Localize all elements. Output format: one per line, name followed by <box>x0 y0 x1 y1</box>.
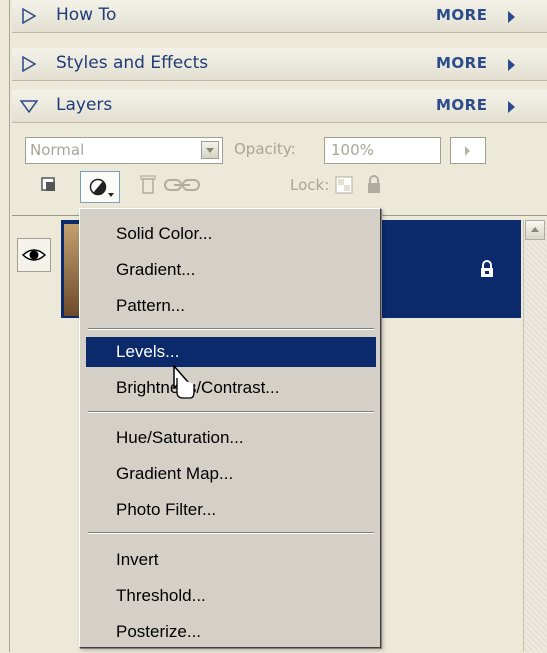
opacity-input[interactable]: 100% <box>324 137 441 164</box>
photoshop-palette-window: How To MORE Styles and Effects MORE Laye… <box>0 0 547 653</box>
layers-scrollbar[interactable] <box>523 220 547 652</box>
menu-item-brightness-contrast[interactable]: Brightness/Contrast... <box>86 373 376 403</box>
more-arrow-icon <box>508 11 515 23</box>
triangle-right-icon <box>22 55 37 73</box>
panel-header-styles-effects[interactable]: Styles and Effects MORE <box>12 48 547 81</box>
panel-title-how-to: How To <box>56 5 117 25</box>
panel-header-how-to[interactable]: How To MORE <box>12 0 547 33</box>
more-button-styles-effects[interactable]: MORE <box>436 54 487 72</box>
chevron-down-icon[interactable] <box>201 141 219 159</box>
opacity-slider-button[interactable] <box>450 137 486 164</box>
menu-item-hue-saturation[interactable]: Hue/Saturation... <box>86 423 376 453</box>
blend-mode-value: Normal <box>30 141 85 159</box>
menu-item-posterize[interactable]: Posterize... <box>86 617 376 647</box>
panel-title-layers: Layers <box>56 95 113 115</box>
menu-item-levels[interactable]: Levels... <box>86 337 376 367</box>
menu-item-invert[interactable]: Invert <box>86 545 376 575</box>
menu-separator <box>88 532 374 534</box>
new-fill-adjustment-button[interactable] <box>80 171 120 203</box>
panel-title-styles-effects: Styles and Effects <box>56 53 209 73</box>
link-icon[interactable] <box>164 178 200 192</box>
more-arrow-icon <box>508 101 515 113</box>
window-border <box>9 0 10 652</box>
new-layer-icon[interactable] <box>40 176 58 194</box>
menu-item-threshold[interactable]: Threshold... <box>86 581 376 611</box>
menu-item-pattern[interactable]: Pattern... <box>86 291 376 321</box>
more-arrow-icon <box>508 59 515 71</box>
lock-label: Lock: <box>290 176 330 194</box>
lock-transparent-checkbox[interactable] <box>335 176 353 194</box>
trash-icon[interactable] <box>140 173 156 195</box>
menu-item-gradient[interactable]: Gradient... <box>86 255 376 285</box>
opacity-label: Opacity: <box>234 140 296 158</box>
new-fill-adjustment-icon <box>89 178 114 197</box>
menu-item-photo-filter[interactable]: Photo Filter... <box>86 495 376 525</box>
lock-icon[interactable] <box>366 174 382 194</box>
more-button-layers[interactable]: MORE <box>436 96 487 114</box>
fill-adjustment-menu: Solid Color... Gradient... Pattern... Le… <box>79 208 381 648</box>
mouse-cursor-icon <box>173 365 195 399</box>
layer-visibility-toggle[interactable] <box>17 238 51 272</box>
eye-icon <box>22 249 46 261</box>
menu-separator <box>88 328 374 330</box>
menu-item-gradient-map[interactable]: Gradient Map... <box>86 459 376 489</box>
scroll-up-button[interactable] <box>525 220 545 240</box>
menu-separator <box>88 411 374 413</box>
opacity-value: 100% <box>331 141 374 159</box>
layer-lock-icon <box>481 260 493 277</box>
more-button-how-to[interactable]: MORE <box>436 6 487 24</box>
triangle-down-icon <box>20 100 38 114</box>
triangle-right-icon <box>22 7 37 25</box>
blend-mode-select[interactable]: Normal <box>25 137 223 164</box>
panel-header-layers[interactable]: Layers MORE <box>12 90 547 123</box>
menu-item-solid-color[interactable]: Solid Color... <box>86 219 376 249</box>
